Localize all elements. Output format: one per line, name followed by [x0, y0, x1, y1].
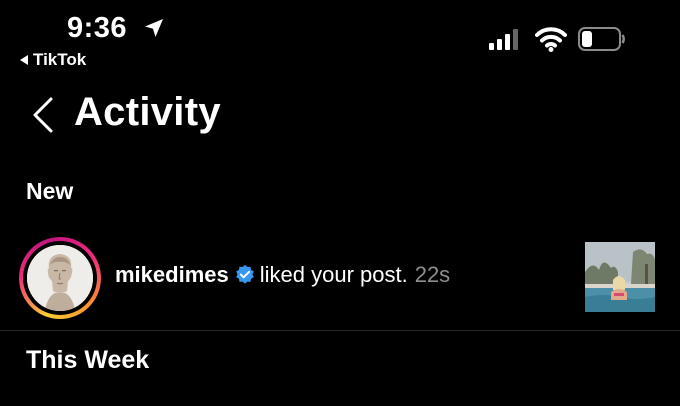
- divider: [0, 330, 680, 331]
- cellular-signal-icon: [489, 28, 518, 50]
- status-time: 9:36: [67, 12, 128, 44]
- post-thumbnail[interactable]: [585, 242, 655, 312]
- back-triangle-icon: [20, 55, 28, 65]
- section-heading-this-week: This Week: [26, 346, 150, 374]
- section-heading-new: New: [26, 178, 74, 204]
- battery-icon: [578, 27, 625, 51]
- pool-photo-thumbnail: [585, 242, 655, 312]
- chevron-left-icon[interactable]: [30, 96, 56, 134]
- activity-action-text: liked your post.: [259, 262, 408, 287]
- activity-username[interactable]: mikedimes: [115, 262, 229, 288]
- activity-time-ago: 22s: [414, 262, 451, 287]
- activity-notification[interactable]: mikedimes liked your post. 22s: [115, 262, 450, 288]
- avatar[interactable]: [19, 237, 101, 319]
- page-title: Activity: [74, 90, 221, 134]
- back-to-app-label: TikTok: [33, 50, 87, 69]
- verified-badge-icon: [235, 264, 254, 284]
- statue-bust-avatar: [27, 245, 93, 311]
- wifi-icon: [535, 27, 567, 52]
- location-arrow-icon: [145, 19, 163, 37]
- back-to-app-link[interactable]: TikTok: [20, 50, 86, 70]
